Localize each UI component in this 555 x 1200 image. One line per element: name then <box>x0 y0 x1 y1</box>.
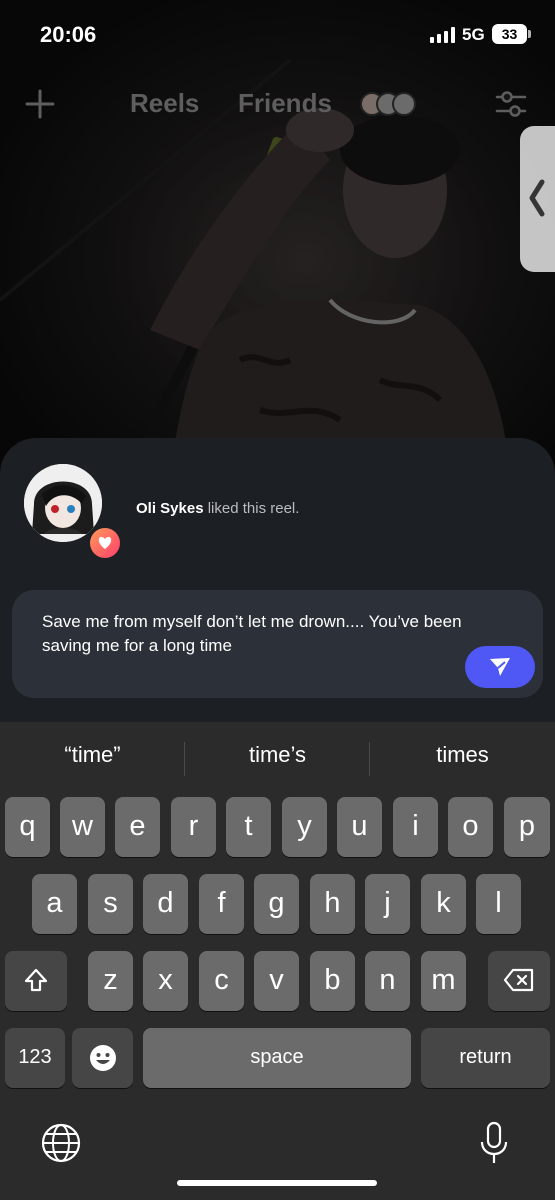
message-text[interactable]: Save me from myself don’t let me drown..… <box>42 610 462 658</box>
tab-friends[interactable]: Friends <box>238 88 332 119</box>
backspace-icon <box>503 968 534 992</box>
key-e[interactable]: e <box>115 797 160 857</box>
avatar[interactable] <box>24 464 102 542</box>
battery-nub <box>528 30 531 38</box>
key-r[interactable]: r <box>171 797 216 857</box>
key-v[interactable]: v <box>254 951 299 1011</box>
key-g[interactable]: g <box>254 874 299 934</box>
avatar <box>392 92 416 116</box>
key-j[interactable]: j <box>365 874 410 934</box>
key-s[interactable]: s <box>88 874 133 934</box>
message-input[interactable]: Save me from myself don’t let me drown..… <box>12 590 543 698</box>
emoji-key[interactable] <box>72 1028 133 1088</box>
status-bar: 20:06 5G 33 <box>0 0 555 70</box>
tab-reels[interactable]: Reels <box>130 88 199 119</box>
globe-icon[interactable] <box>40 1122 82 1169</box>
battery-icon: 33 <box>492 24 527 44</box>
chevron-left-icon <box>529 179 545 217</box>
send-icon <box>490 658 510 676</box>
sliders-icon[interactable] <box>493 86 529 122</box>
side-panel-handle[interactable] <box>520 126 555 272</box>
send-button[interactable] <box>465 646 535 688</box>
heart-icon <box>90 528 120 558</box>
key-l[interactable]: l <box>476 874 521 934</box>
microphone-icon[interactable] <box>477 1120 511 1171</box>
key-p[interactable]: p <box>504 797 550 857</box>
key-m[interactable]: m <box>421 951 466 1011</box>
key-n[interactable]: n <box>365 951 410 1011</box>
suggestion-1[interactable]: “time” <box>0 742 185 768</box>
shift-icon <box>24 968 48 992</box>
friend-avatars[interactable] <box>360 92 416 116</box>
key-b[interactable]: b <box>310 951 355 1011</box>
backspace-key[interactable] <box>488 951 550 1011</box>
liked-notification: Oli Sykes liked this reel. <box>136 500 299 517</box>
signal-icon <box>430 27 455 43</box>
key-o[interactable]: o <box>448 797 493 857</box>
keyboard: “time” time’s times q w e r t y u i o p … <box>0 722 555 1200</box>
key-x[interactable]: x <box>143 951 188 1011</box>
key-t[interactable]: t <box>226 797 271 857</box>
key-k[interactable]: k <box>421 874 466 934</box>
key-h[interactable]: h <box>310 874 355 934</box>
shift-key[interactable] <box>5 951 67 1011</box>
status-time: 20:06 <box>40 22 97 47</box>
key-u[interactable]: u <box>337 797 382 857</box>
space-key[interactable]: space <box>143 1028 411 1088</box>
key-z[interactable]: z <box>88 951 133 1011</box>
home-indicator[interactable] <box>177 1180 377 1186</box>
network-type: 5G <box>462 25 485 44</box>
key-d[interactable]: d <box>143 874 188 934</box>
liker-name[interactable]: Oli Sykes <box>136 500 204 517</box>
suggestion-3[interactable]: times <box>370 742 555 768</box>
reply-sheet: Oli Sykes liked this reel. Save me from … <box>0 438 555 728</box>
key-f[interactable]: f <box>199 874 244 934</box>
return-key[interactable]: return <box>421 1028 550 1088</box>
top-nav: Reels Friends <box>0 80 555 130</box>
suggestion-2[interactable]: time’s <box>185 742 370 768</box>
key-y[interactable]: y <box>282 797 327 857</box>
key-w[interactable]: w <box>60 797 105 857</box>
reel-video[interactable] <box>0 0 555 470</box>
numbers-key[interactable]: 123 <box>5 1028 65 1088</box>
key-i[interactable]: i <box>393 797 438 857</box>
key-a[interactable]: a <box>32 874 77 934</box>
emoji-icon <box>89 1045 116 1071</box>
key-q[interactable]: q <box>5 797 50 857</box>
key-c[interactable]: c <box>199 951 244 1011</box>
liked-action: liked this reel. <box>203 500 300 517</box>
plus-icon[interactable] <box>24 88 56 120</box>
suggestion-bar: “time” time’s times <box>0 722 555 794</box>
